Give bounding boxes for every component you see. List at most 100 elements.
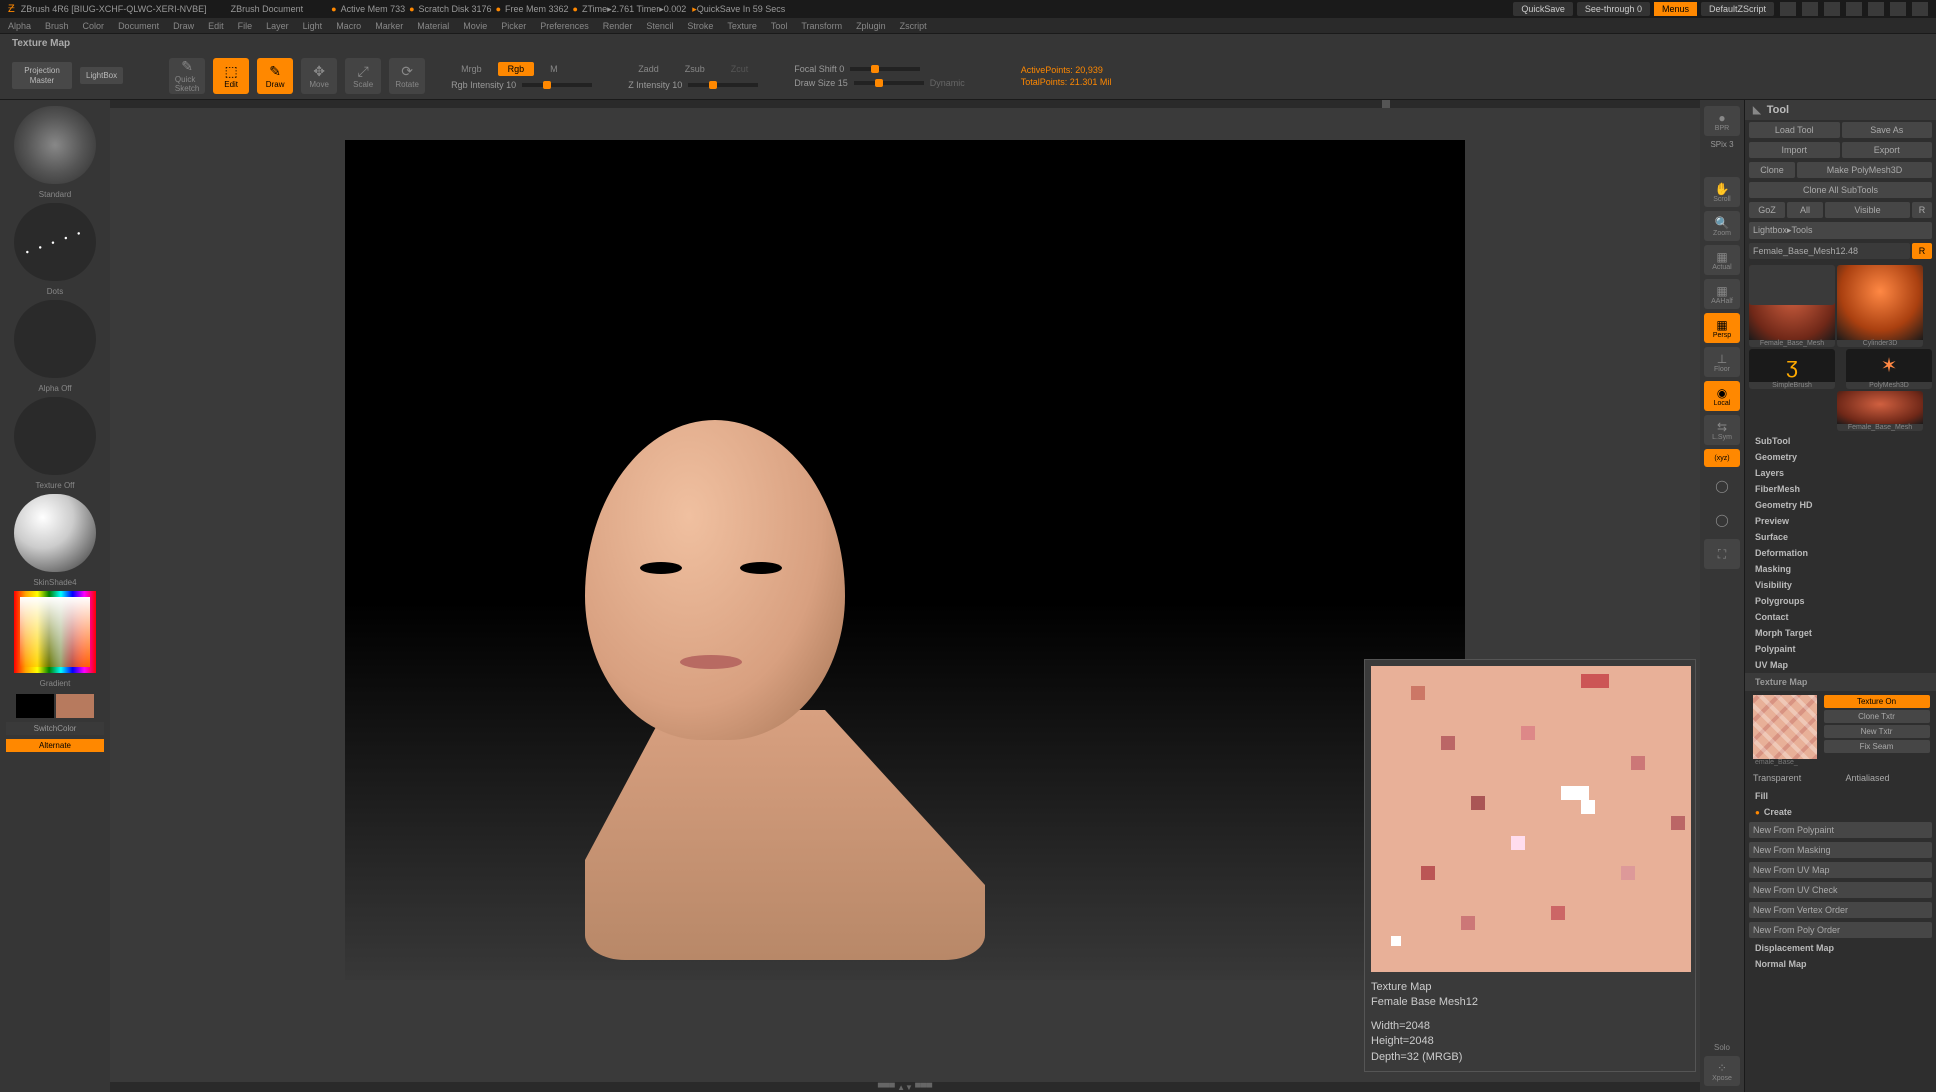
menu-marker[interactable]: Marker (375, 21, 403, 31)
menu-light[interactable]: Light (303, 21, 323, 31)
dynamic-label[interactable]: Dynamic (930, 78, 965, 88)
clone-txtr-button[interactable]: Clone Txtr (1824, 710, 1930, 723)
section-texture-map[interactable]: Texture Map (1745, 673, 1936, 691)
menu-zplugin[interactable]: Zplugin (856, 21, 886, 31)
scroll-button[interactable]: ✋Scroll (1704, 177, 1740, 207)
bottom-scrollbar[interactable]: ▀▀▀ ▲▼ ▀▀▀ (110, 1082, 1700, 1092)
section-deformation[interactable]: Deformation (1745, 545, 1936, 561)
canvas-scrollbar[interactable] (110, 100, 1700, 108)
projection-master-button[interactable]: ProjectionMaster (12, 62, 72, 89)
minimize-icon[interactable] (1868, 2, 1884, 16)
circle2-icon[interactable]: ◯ (1704, 505, 1740, 535)
menu-preferences[interactable]: Preferences (540, 21, 589, 31)
rotate-mode-button[interactable]: ⟳Rotate (389, 58, 425, 94)
mesh-name-slider[interactable]: Female_Base_Mesh12.48 (1749, 243, 1910, 259)
clone-button[interactable]: Clone (1749, 162, 1795, 178)
actual-button[interactable]: ▦Actual (1704, 245, 1740, 275)
rgb-intensity-slider[interactable] (522, 83, 592, 87)
lightbox-button[interactable]: LightBox (80, 67, 123, 85)
tool-panel-header[interactable]: Tool (1745, 100, 1936, 120)
new-from-uv-check-button[interactable]: New From UV Check (1749, 882, 1932, 898)
quick-sketch-button[interactable]: ✎QuickSketch (169, 58, 205, 94)
section-fibermesh[interactable]: FiberMesh (1745, 481, 1936, 497)
texture-on-button[interactable]: Texture On (1824, 695, 1930, 708)
xpose-button[interactable]: ⁘Xpose (1704, 1056, 1740, 1086)
new-from-vertex-order-button[interactable]: New From Vertex Order (1749, 902, 1932, 918)
transparent-toggle[interactable]: Transparent (1749, 770, 1840, 786)
tool-thumb-cylinder3d[interactable]: Cylinder3D (1837, 265, 1923, 347)
window-icon-3[interactable] (1824, 2, 1840, 16)
brush-thumbnail[interactable] (14, 106, 96, 184)
section-geometry[interactable]: Geometry (1745, 449, 1936, 465)
fix-seam-button[interactable]: Fix Seam (1824, 740, 1930, 753)
create-header[interactable]: ●Create (1745, 804, 1936, 820)
menu-edit[interactable]: Edit (208, 21, 224, 31)
m-button[interactable]: M (540, 62, 568, 76)
goz-all-button[interactable]: All (1787, 202, 1823, 218)
menu-document[interactable]: Document (118, 21, 159, 31)
r-button[interactable]: R (1912, 243, 1932, 259)
menu-layer[interactable]: Layer (266, 21, 289, 31)
menu-material[interactable]: Material (417, 21, 449, 31)
tool-thumb-female-base-mesh-2[interactable]: Female_Base_Mesh (1837, 391, 1923, 431)
texture-map-thumbnail[interactable] (1753, 695, 1817, 759)
close-icon[interactable] (1912, 2, 1928, 16)
make-polymesh-button[interactable]: Make PolyMesh3D (1797, 162, 1932, 178)
menu-transform[interactable]: Transform (801, 21, 842, 31)
move-mode-button[interactable]: ✥Move (301, 58, 337, 94)
menu-texture[interactable]: Texture (727, 21, 757, 31)
circle1-icon[interactable]: ◯ (1704, 471, 1740, 501)
new-from-poly-order-button[interactable]: New From Poly Order (1749, 922, 1932, 938)
floor-button[interactable]: ⊥Floor (1704, 347, 1740, 377)
new-from-uv-map-button[interactable]: New From UV Map (1749, 862, 1932, 878)
section-morph-target[interactable]: Morph Target (1745, 625, 1936, 641)
section-contact[interactable]: Contact (1745, 609, 1936, 625)
bpr-button[interactable]: ●BPR (1704, 106, 1740, 136)
menu-draw[interactable]: Draw (173, 21, 194, 31)
tool-thumb-polymesh3d[interactable]: ✶PolyMesh3D (1846, 349, 1932, 389)
menu-macro[interactable]: Macro (336, 21, 361, 31)
texture-preview-popup[interactable]: Texture Map Female Base Mesh12 Width=204… (1364, 659, 1696, 1072)
section-surface[interactable]: Surface (1745, 529, 1936, 545)
section-geometry-hd[interactable]: Geometry HD (1745, 497, 1936, 513)
menu-render[interactable]: Render (603, 21, 633, 31)
new-from-masking-button[interactable]: New From Masking (1749, 842, 1932, 858)
tool-thumb-simplebrush[interactable]: ʒSimpleBrush (1749, 349, 1835, 389)
export-button[interactable]: Export (1842, 142, 1933, 158)
section-layers[interactable]: Layers (1745, 465, 1936, 481)
color-picker[interactable] (14, 591, 96, 673)
window-icon-4[interactable] (1846, 2, 1862, 16)
mrgb-button[interactable]: Mrgb (451, 62, 492, 76)
zoom-button[interactable]: 🔍Zoom (1704, 211, 1740, 241)
z-intensity-slider[interactable] (688, 83, 758, 87)
local-button[interactable]: ◉Local (1704, 381, 1740, 411)
goz-button[interactable]: GoZ (1749, 202, 1785, 218)
gradient-label[interactable]: Gradient (6, 679, 104, 688)
draw-mode-button[interactable]: ✎Draw (257, 58, 293, 94)
window-icon-1[interactable] (1780, 2, 1796, 16)
scale-mode-button[interactable]: ⤢Scale (345, 58, 381, 94)
section-polypaint[interactable]: Polypaint (1745, 641, 1936, 657)
spix-label[interactable]: SPix 3 (1710, 140, 1733, 149)
menu-tool[interactable]: Tool (771, 21, 788, 31)
edit-mode-button[interactable]: ⬚Edit (213, 58, 249, 94)
menu-stroke[interactable]: Stroke (687, 21, 713, 31)
section-subtool[interactable]: SubTool (1745, 433, 1936, 449)
window-icon-2[interactable] (1802, 2, 1818, 16)
menu-alpha[interactable]: Alpha (8, 21, 31, 31)
section-normal-map[interactable]: Normal Map (1745, 956, 1936, 972)
section-visibility[interactable]: Visibility (1745, 577, 1936, 593)
menus-button[interactable]: Menus (1654, 2, 1697, 16)
section-uv-map[interactable]: UV Map (1745, 657, 1936, 673)
menu-picker[interactable]: Picker (501, 21, 526, 31)
new-txtr-button[interactable]: New Txtr (1824, 725, 1930, 738)
persp-button[interactable]: ▦Persp (1704, 313, 1740, 343)
save-as-button[interactable]: Save As (1842, 122, 1933, 138)
alternate-button[interactable]: Alternate (6, 739, 104, 752)
switch-color-button[interactable]: SwitchColor (6, 722, 104, 735)
focal-shift-slider[interactable] (850, 67, 920, 71)
texture-thumbnail[interactable] (14, 397, 96, 475)
section-displacement-map[interactable]: Displacement Map (1745, 940, 1936, 956)
quicksave-button[interactable]: QuickSave (1513, 2, 1573, 16)
fill-button[interactable]: Fill (1745, 788, 1936, 804)
